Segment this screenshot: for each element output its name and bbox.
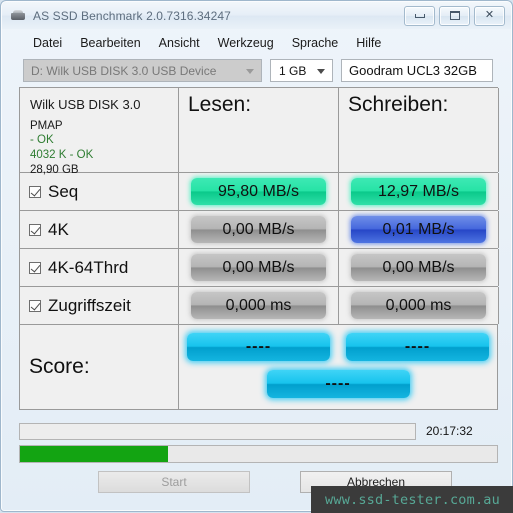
status-message bbox=[19, 422, 416, 440]
score-pill-write: ---- bbox=[346, 333, 489, 361]
menu-item-ansicht[interactable]: Ansicht bbox=[150, 33, 209, 53]
menu-item-datei[interactable]: Datei bbox=[24, 33, 71, 53]
result-pill: 0,00 MB/s bbox=[191, 216, 326, 243]
status-row: 20:17:32 bbox=[19, 422, 498, 440]
result-cell-4k64thrd-read: 0,00 MB/s bbox=[179, 249, 339, 286]
start-button[interactable]: Start bbox=[98, 471, 250, 493]
test-row-4k64thrd-label[interactable]: 4K-64Thrd bbox=[20, 249, 179, 286]
column-header-read: Lesen: bbox=[179, 88, 339, 172]
table-row: 4K 0,00 MB/s 0,01 MB/s bbox=[20, 211, 499, 249]
test-label-text: Seq bbox=[48, 181, 79, 201]
table-row: Zugriffszeit 0,000 ms 0,000 ms bbox=[20, 287, 499, 325]
window-title: AS SSD Benchmark 2.0.7316.34247 bbox=[33, 8, 231, 23]
drive-driver-status: - OK bbox=[30, 134, 54, 147]
checkbox-seq[interactable] bbox=[29, 185, 41, 198]
progress-bar-fill bbox=[20, 446, 168, 462]
menu-item-sprache[interactable]: Sprache bbox=[283, 33, 348, 53]
menu-item-hilfe[interactable]: Hilfe bbox=[347, 33, 390, 53]
chevron-down-icon bbox=[317, 68, 325, 74]
score-row: Score: ---- ---- ---- bbox=[20, 325, 498, 410]
ssd-drive-icon bbox=[10, 8, 26, 24]
table-header-row: Wilk USB DISK 3.0 PMAP - OK 4032 K - OK … bbox=[20, 88, 499, 176]
drive-alignment: 4032 K - OK bbox=[30, 149, 94, 162]
test-label-text: Zugriffszeit bbox=[48, 295, 131, 315]
checkbox-4k[interactable] bbox=[29, 223, 41, 236]
result-pill: 0,00 MB/s bbox=[351, 254, 486, 281]
result-cell-seq-write: 12,97 MB/s bbox=[339, 173, 499, 210]
result-cell-access-write: 0,000 ms bbox=[339, 287, 499, 324]
result-pill: 12,97 MB/s bbox=[351, 178, 486, 205]
table-row: 4K-64Thrd 0,00 MB/s 0,00 MB/s bbox=[20, 249, 499, 287]
results-table: Wilk USB DISK 3.0 PMAP - OK 4032 K - OK … bbox=[19, 87, 499, 410]
test-label-text: 4K bbox=[48, 219, 69, 239]
restore-icon bbox=[440, 7, 469, 25]
result-pill: 95,80 MB/s bbox=[191, 178, 326, 205]
score-pill-total: ---- bbox=[266, 370, 410, 398]
result-cell-seq-read: 95,80 MB/s bbox=[179, 173, 339, 210]
result-pill: 0,000 ms bbox=[191, 292, 326, 319]
test-row-4k-label[interactable]: 4K bbox=[20, 211, 179, 248]
score-area: ---- ---- ---- bbox=[179, 325, 498, 409]
close-button[interactable]: ✕ bbox=[474, 5, 505, 26]
as-ssd-benchmark-window: AS SSD Benchmark 2.0.7316.34247 ✕ Datei … bbox=[0, 0, 513, 513]
device-name-input[interactable]: Goodram UCL3 32GB bbox=[341, 59, 493, 82]
test-size-value: 1 GB bbox=[279, 63, 307, 78]
watermark: www.ssd-tester.com.au bbox=[311, 486, 513, 513]
menu-item-werkzeug[interactable]: Werkzeug bbox=[209, 33, 283, 53]
checkbox-zugriffszeit[interactable] bbox=[29, 299, 41, 312]
result-cell-access-read: 0,000 ms bbox=[179, 287, 339, 324]
result-pill: 0,00 MB/s bbox=[191, 254, 326, 281]
drive-select[interactable]: D: Wilk USB DISK 3.0 USB Device bbox=[23, 59, 262, 82]
menu-bar: Datei Bearbeiten Ansicht Werkzeug Sprach… bbox=[10, 31, 505, 54]
progress-bar bbox=[19, 445, 498, 463]
close-icon: ✕ bbox=[484, 9, 495, 21]
result-cell-4k-read: 0,00 MB/s bbox=[179, 211, 339, 248]
result-cell-4k64thrd-write: 0,00 MB/s bbox=[339, 249, 499, 286]
score-pill-read: ---- bbox=[187, 333, 330, 361]
drive-select-value: D: Wilk USB DISK 3.0 USB Device bbox=[31, 63, 217, 78]
test-size-select[interactable]: 1 GB bbox=[270, 59, 333, 82]
minimize-icon bbox=[405, 7, 434, 25]
drive-firmware: PMAP bbox=[30, 119, 63, 132]
chevron-down-icon bbox=[246, 68, 254, 74]
test-row-seq-label[interactable]: Seq bbox=[20, 173, 179, 210]
result-pill: 0,000 ms bbox=[351, 292, 486, 319]
score-label: Score: bbox=[20, 325, 179, 409]
maximize-button[interactable] bbox=[439, 5, 470, 26]
test-row-zugriffszeit-label[interactable]: Zugriffszeit bbox=[20, 287, 179, 324]
menu-item-bearbeiten[interactable]: Bearbeiten bbox=[71, 33, 149, 53]
selector-row: D: Wilk USB DISK 3.0 USB Device 1 GB Goo… bbox=[23, 59, 493, 82]
drive-info-panel: Wilk USB DISK 3.0 PMAP - OK 4032 K - OK … bbox=[20, 88, 179, 176]
test-label-text: 4K-64Thrd bbox=[48, 257, 129, 277]
drive-model: Wilk USB DISK 3.0 bbox=[30, 97, 141, 112]
result-pill: 0,01 MB/s bbox=[351, 216, 486, 243]
column-header-write: Schreiben: bbox=[339, 88, 499, 172]
elapsed-timestamp: 20:17:32 bbox=[426, 424, 473, 438]
minimize-button[interactable] bbox=[404, 5, 435, 26]
table-row: Seq 95,80 MB/s 12,97 MB/s bbox=[20, 173, 499, 211]
checkbox-4k-64thrd[interactable] bbox=[29, 261, 41, 274]
result-cell-4k-write: 0,01 MB/s bbox=[339, 211, 499, 248]
title-bar: AS SSD Benchmark 2.0.7316.34247 ✕ bbox=[2, 2, 511, 29]
